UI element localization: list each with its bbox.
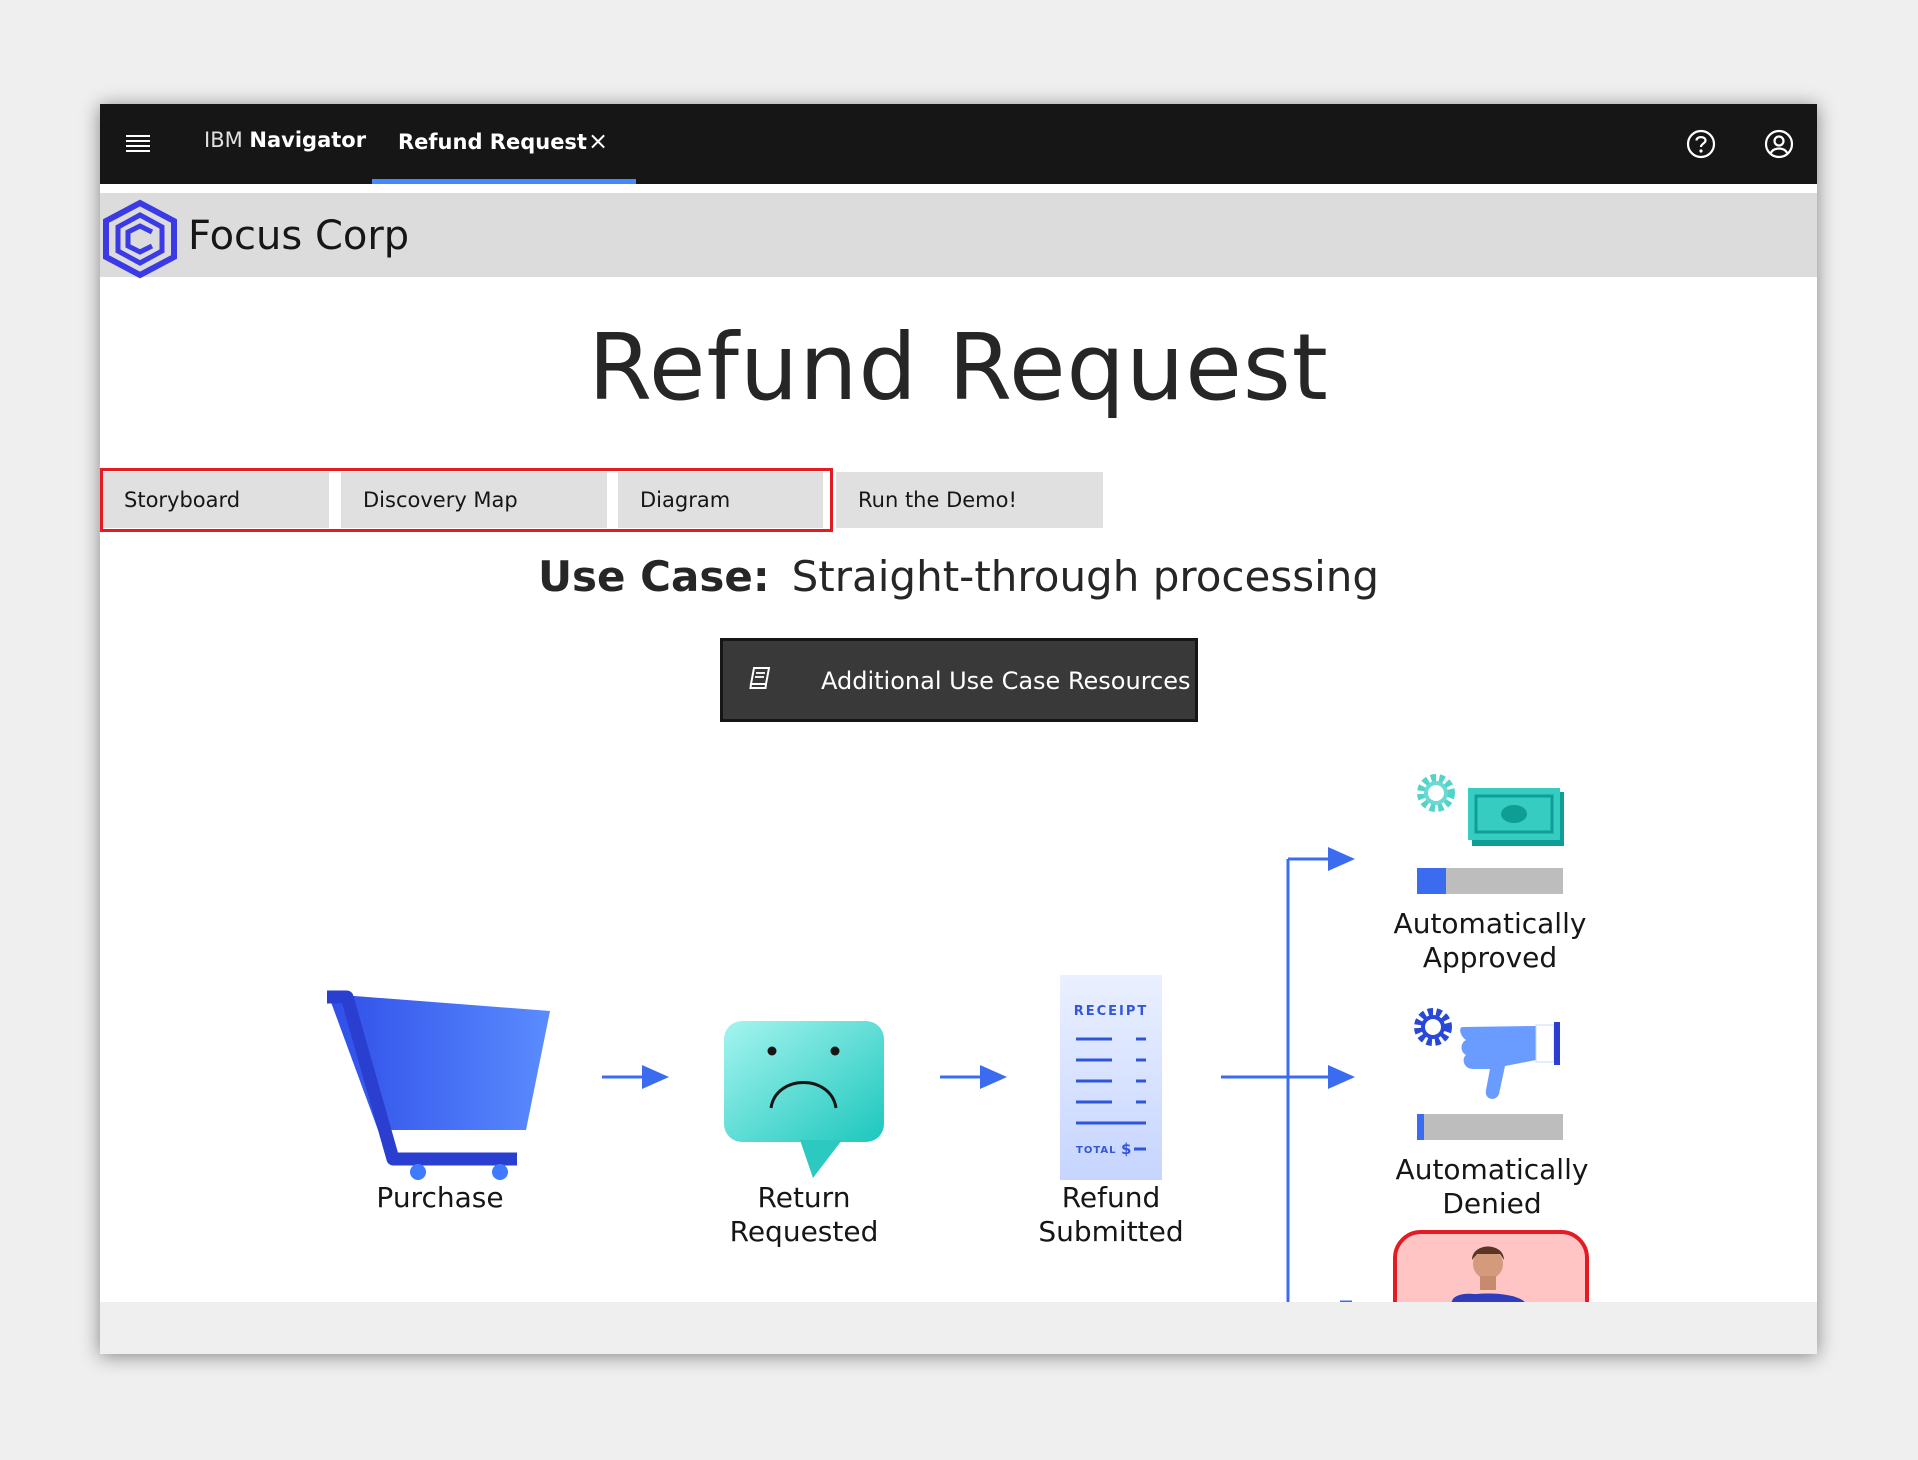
user-avatar-icon[interactable] <box>1761 126 1797 162</box>
sad-face-chat-icon <box>724 1021 884 1178</box>
receipt-total: TOTAL <box>1076 1145 1116 1156</box>
approved-progress-bar <box>1417 868 1563 894</box>
use-case-value: Straight-through processing <box>791 552 1380 601</box>
page-title: Refund Request <box>588 314 1329 421</box>
outcome-label-line: Automatically <box>1395 1153 1589 1186</box>
branch-connector <box>1221 847 1355 1304</box>
denied-progress-bar <box>1417 1114 1563 1140</box>
nav-prefix: IBM <box>204 128 243 152</box>
tab-refund-request[interactable]: Refund Request × <box>372 104 636 184</box>
thumbs-down-gear-icon <box>1414 1008 1560 1099</box>
step-label-purchase: Purchase <box>350 1181 530 1215</box>
step-label-refund-submitted: Refund Submitted <box>1021 1181 1201 1249</box>
tab-storyboard[interactable]: Storyboard <box>102 472 329 528</box>
app-window: IBM Navigator Refund Request × Focus Cor… <box>100 104 1817 1354</box>
step-label-line: Requested <box>729 1215 879 1248</box>
nav-name: Navigator <box>249 128 367 152</box>
receipt-icon: RECEIPT TOTAL $ <box>1060 975 1162 1180</box>
header-divider <box>100 184 1817 193</box>
outcome-label-line: Automatically <box>1393 907 1587 940</box>
hamburger-menu-icon[interactable] <box>120 126 156 162</box>
outcome-label-line: Denied <box>1442 1187 1542 1220</box>
brand-name: Focus Corp <box>188 213 410 259</box>
book-icon <box>747 665 773 695</box>
horizontal-scrollbar-track[interactable] <box>100 1302 1817 1354</box>
tab-run-the-demo[interactable]: Run the Demo! <box>836 472 1103 528</box>
outcome-label-denied: Automatically Denied <box>1392 1153 1592 1221</box>
step-label-line: Refund <box>1061 1181 1161 1214</box>
use-case-line: Use Case: Straight-through processing <box>100 552 1817 601</box>
use-case-label: Use Case: <box>537 552 770 601</box>
help-icon[interactable] <box>1683 126 1719 162</box>
outcome-label-line: Approved <box>1422 941 1558 974</box>
step-label-return-requested: Return Requested <box>714 1181 894 1249</box>
additional-resources-label: Additional Use Case Resources <box>821 667 1191 695</box>
receipt-currency: $ <box>1121 1140 1131 1158</box>
shopping-cart-icon <box>327 990 550 1180</box>
top-nav-bar: IBM Navigator Refund Request × <box>100 104 1817 184</box>
outcome-label-approved: Automatically Approved <box>1390 907 1590 975</box>
tab-discovery-map[interactable]: Discovery Map <box>341 472 607 528</box>
focus-corp-logo-icon <box>100 199 180 279</box>
ibm-navigator-link[interactable]: IBM Navigator <box>204 128 366 152</box>
step-label-line: Submitted <box>1038 1215 1184 1248</box>
brand-banner: Focus Corp <box>100 193 1817 279</box>
additional-resources-button[interactable]: Additional Use Case Resources <box>720 638 1198 722</box>
money-gear-icon <box>1417 774 1564 846</box>
tab-label: Refund Request <box>398 130 587 154</box>
close-tab-icon[interactable]: × <box>588 127 608 155</box>
step-label-line: Return <box>757 1181 851 1214</box>
receipt-title: RECEIPT <box>1074 1004 1149 1019</box>
tab-diagram[interactable]: Diagram <box>618 472 823 528</box>
step-label-line: Purchase <box>376 1181 504 1214</box>
